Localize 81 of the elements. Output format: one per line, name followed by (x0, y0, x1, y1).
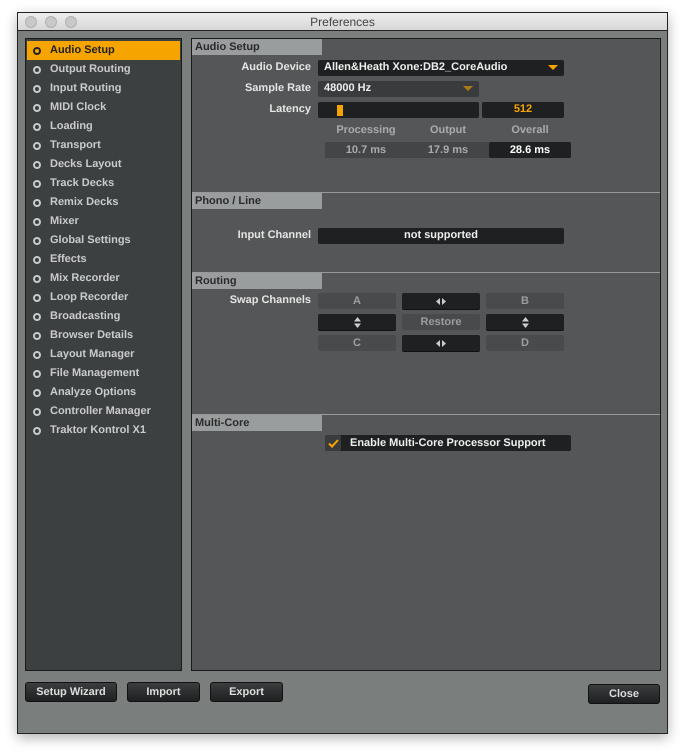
latency-value: 10.7 ms (325, 142, 407, 158)
sidebar-item[interactable]: Broadcasting (27, 307, 180, 326)
radio-dot-icon (33, 236, 41, 244)
up-down-arrows-icon (522, 316, 528, 328)
field-label: Sample Rate (244, 81, 312, 96)
radio-dot-icon (33, 332, 41, 340)
close-button[interactable]: Close (588, 684, 660, 704)
radio-dot-icon (33, 218, 41, 226)
swap-button[interactable] (486, 314, 564, 330)
overall-latency-value: 28.6 ms (489, 142, 571, 158)
sidebar-item[interactable]: Input Routing (27, 79, 180, 98)
sidebar-item[interactable]: File Management (27, 364, 180, 383)
sidebar-item[interactable]: Layout Manager (27, 345, 180, 364)
radio-dot-icon (33, 274, 41, 282)
sidebar-item[interactable]: Output Routing (27, 60, 180, 79)
sidebar-item[interactable]: Controller Manager (27, 402, 180, 421)
latency-slider[interactable] (318, 102, 479, 118)
audio-device-dropdown[interactable]: Allen&Heath Xone:DB2_CoreAudio (318, 60, 564, 76)
sidebar-item[interactable]: Loading (27, 117, 180, 136)
sidebar-item[interactable]: Analyze Options (27, 383, 180, 402)
left-right-arrows-icon (436, 340, 446, 346)
radio-dot-icon (33, 426, 41, 434)
field-label: Swap Channels (228, 293, 312, 308)
sidebar-item[interactable]: Remix Decks (27, 193, 180, 212)
check-icon (328, 438, 338, 448)
window-title: Preferences (310, 14, 375, 31)
radio-dot-icon (33, 84, 41, 92)
sidebar-item[interactable]: Transport (27, 136, 180, 155)
radio-dot-icon (33, 370, 41, 378)
column-heading: Output (428, 123, 468, 138)
slider-thumb[interactable] (336, 104, 343, 116)
radio-dot-icon (33, 256, 41, 264)
field-label: Latency (268, 102, 312, 118)
swap-button[interactable] (402, 335, 480, 351)
latency-value: 512 (482, 102, 564, 118)
swap-button[interactable] (318, 314, 396, 330)
footer-button[interactable]: Setup Wizard (25, 682, 117, 702)
radio-dot-icon (33, 312, 41, 320)
section-header: Audio Setup (192, 39, 322, 55)
latency-value: 17.9 ms (407, 142, 489, 158)
radio-dot-icon (33, 46, 41, 54)
left-right-arrows-icon (436, 298, 446, 304)
sidebar-item[interactable]: Global Settings (27, 231, 180, 250)
field-label: Input Channel (236, 228, 312, 244)
radio-dot-icon (33, 350, 41, 358)
sidebar-item[interactable]: Loop Recorder (27, 288, 180, 307)
sidebar-item[interactable]: Mixer (27, 212, 180, 231)
radio-dot-icon (33, 198, 41, 206)
sidebar-item[interactable]: Mix Recorder (27, 269, 180, 288)
multi-core-checkbox[interactable]: Enable Multi-Core Processor Support (325, 435, 571, 451)
radio-dot-icon (33, 160, 41, 168)
column-heading: Processing (335, 123, 397, 138)
radio-dot-icon (33, 388, 41, 396)
sidebar-item[interactable]: Browser Details (27, 326, 180, 345)
radio-dot-icon (33, 180, 41, 188)
field-label: Audio Device (240, 60, 312, 76)
footer-button[interactable]: Import (127, 682, 200, 702)
radio-dot-icon (33, 142, 41, 150)
footer-button[interactable]: Export (210, 682, 283, 702)
column-heading: Overall (510, 123, 550, 138)
sample-rate-dropdown[interactable]: 48000 Hz (318, 80, 479, 96)
section-header: Multi-Core (192, 415, 322, 431)
radio-dot-icon (33, 122, 41, 130)
up-down-arrows-icon (354, 316, 360, 328)
radio-dot-icon (33, 104, 41, 112)
sidebar-item[interactable]: Decks Layout (27, 155, 180, 174)
input-channel-field: not supported (318, 228, 564, 244)
radio-dot-icon (33, 66, 41, 74)
section-header: Routing (192, 273, 322, 289)
swap-button[interactable] (402, 293, 480, 309)
sidebar-item[interactable]: Effects (27, 250, 180, 269)
sidebar-item[interactable]: Traktor Kontrol X1 (27, 421, 180, 440)
caret-icon (463, 86, 473, 91)
section-header: Phono / Line (192, 193, 322, 209)
checkbox[interactable] (325, 435, 341, 451)
sidebar-item[interactable]: MIDI Clock (27, 98, 180, 117)
radio-dot-icon (33, 294, 41, 302)
caret-icon (548, 65, 558, 70)
sidebar-item[interactable]: Audio Setup (27, 41, 180, 60)
radio-dot-icon (33, 408, 41, 416)
sidebar-item[interactable]: Track Decks (27, 174, 180, 193)
